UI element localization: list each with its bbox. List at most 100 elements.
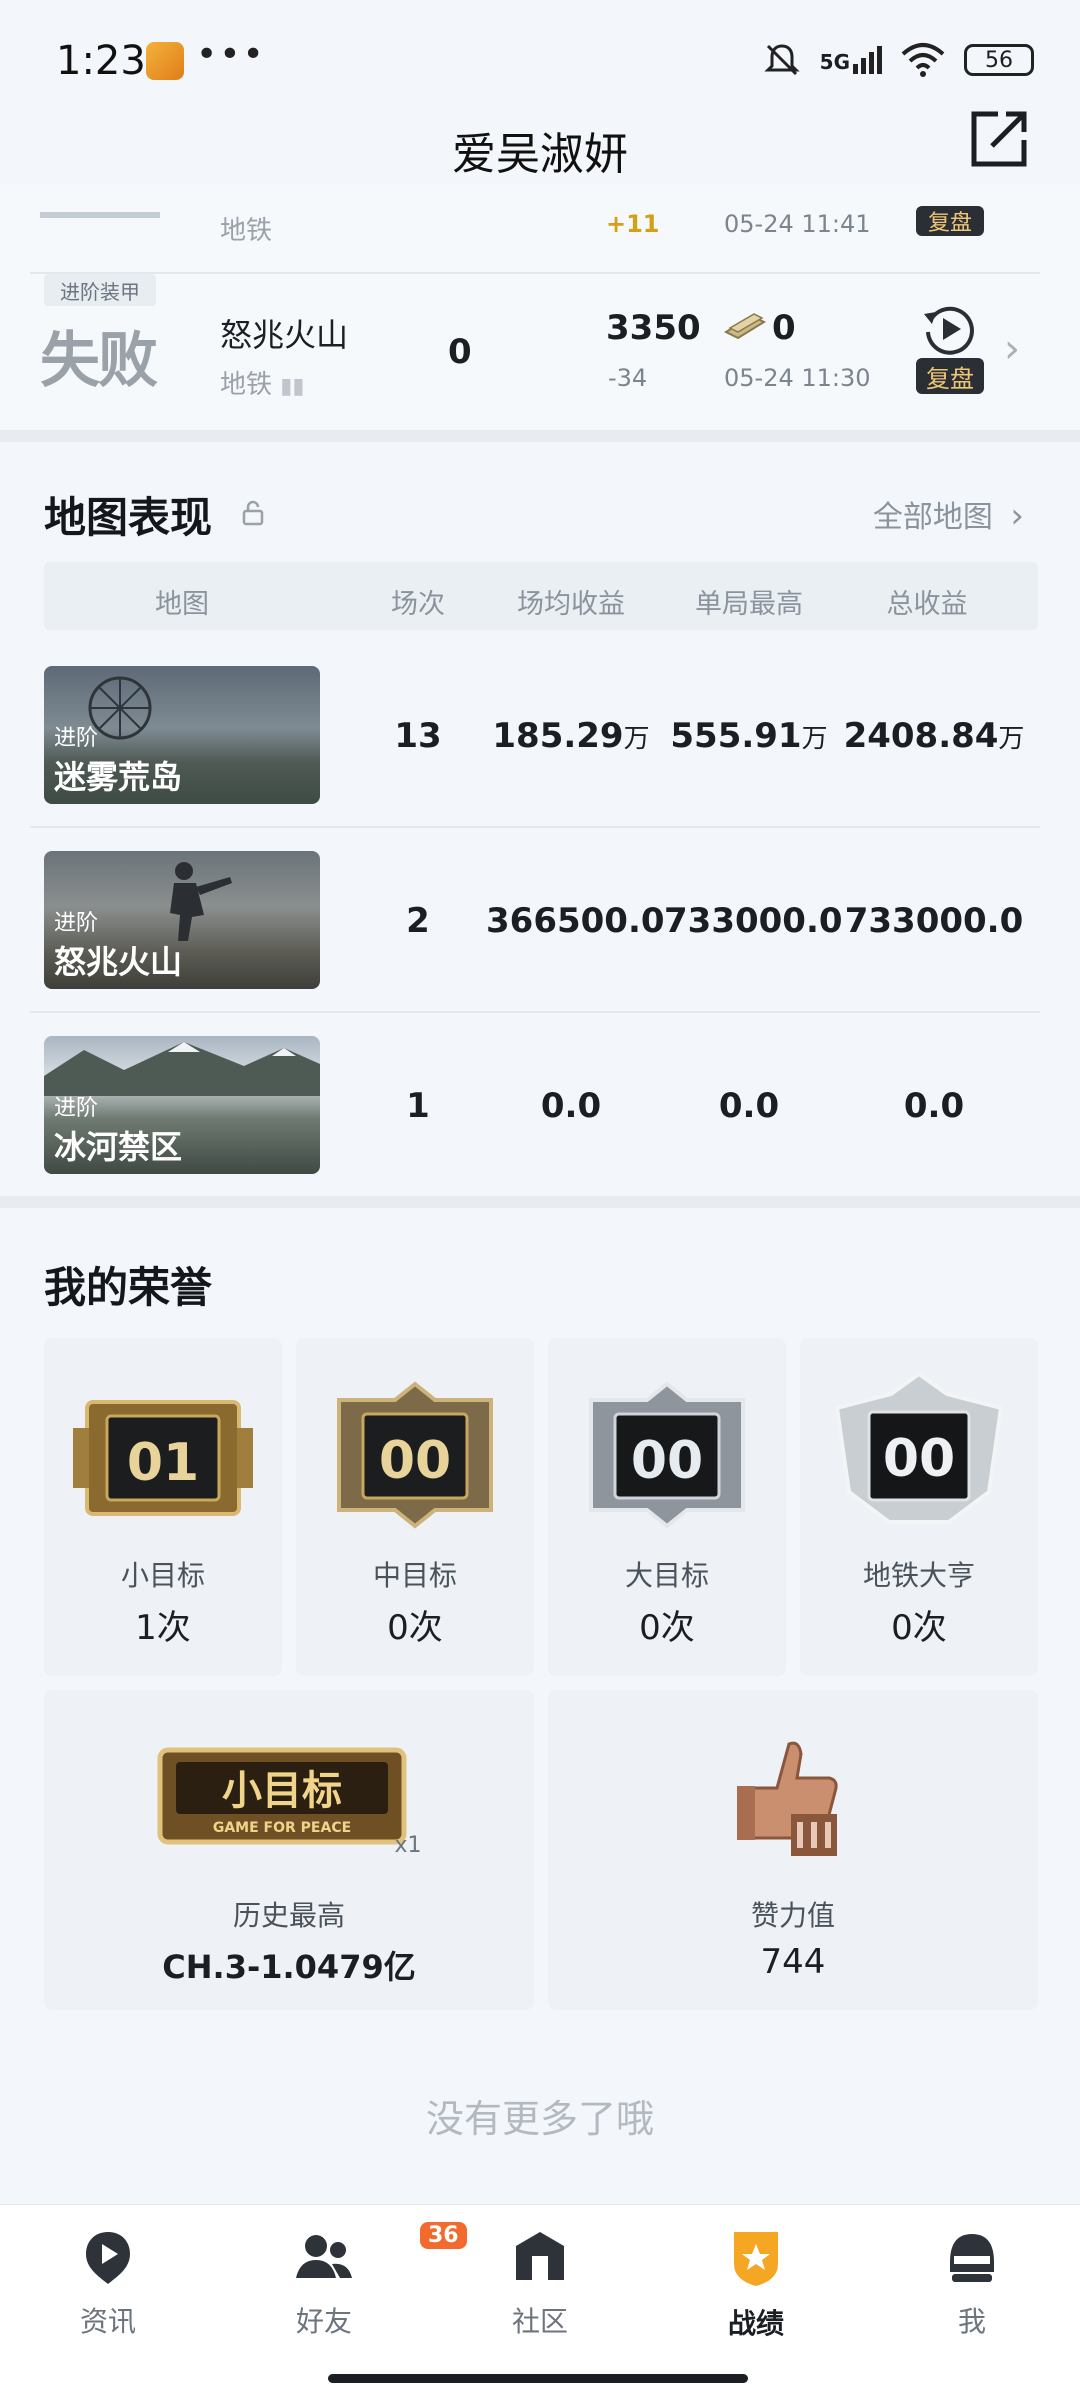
map-performance-title: 地图表现 <box>44 493 213 542</box>
share-icon[interactable] <box>968 108 1030 170</box>
map-label: 进阶 冰河禁区 <box>54 1090 182 1168</box>
match-row[interactable] <box>30 274 1040 424</box>
map-avg-value: 366500.0 <box>486 901 665 941</box>
metro-tycoon-badge-icon: 00 <box>834 1372 1004 1524</box>
map-avg: 185.29万 <box>486 716 656 756</box>
map-matches: 2 <box>406 901 430 941</box>
community-icon <box>516 2232 564 2280</box>
badge-digits: 00 <box>379 1431 451 1491</box>
map-best-value: 555.91 <box>670 716 802 756</box>
wifi-icon <box>901 43 945 77</box>
honor-count: 0次 <box>891 1608 947 1648</box>
row-divider <box>30 826 1040 828</box>
mute-icon <box>764 44 800 76</box>
plaque-text: 小目标 <box>222 1768 342 1814</box>
map-name: 冰河禁区 <box>54 1128 183 1166</box>
honor-count: 0次 <box>387 1608 443 1648</box>
map-thumbnail-volcano[interactable]: 进阶 怒兆火山 <box>44 851 320 989</box>
honor-big-goal[interactable]: 00 大目标 0次 <box>548 1338 786 1676</box>
more-notifications-icon: ••• <box>196 34 266 75</box>
thumbs-up-trophy-icon <box>737 1741 838 1856</box>
map-label: 进阶 迷雾荒岛 <box>54 720 182 798</box>
map-avg-unit: 万 <box>623 724 650 754</box>
honor-label: 中目标 <box>372 1559 457 1592</box>
nav-label: 战绩 <box>727 2307 784 2340</box>
nav-news[interactable]: 资讯 <box>0 2228 216 2340</box>
partial-time: 05-24 11:41 <box>724 210 871 238</box>
plaque-subtext: GAME FOR PEACE <box>213 1820 351 1836</box>
map-best: 0.0 <box>664 1086 834 1126</box>
likes-value: 744 <box>760 1942 826 1982</box>
map-best-unit: 万 <box>801 724 828 754</box>
network-type: 5G <box>819 50 850 74</box>
honor-label: 地铁大亨 <box>862 1559 975 1592</box>
map-name: 迷雾荒岛 <box>54 758 183 796</box>
row-chevron-icon[interactable]: › <box>1004 326 1020 372</box>
partial-map-sub: 地铁 <box>220 216 273 246</box>
map-name: 怒兆火山 <box>54 943 183 981</box>
match-map-name: 怒兆火山 <box>220 316 349 354</box>
map-total-unit: 万 <box>998 724 1025 754</box>
nav-me[interactable]: 我 <box>864 2228 1080 2340</box>
honors-title: 我的荣誉 <box>44 1263 213 1312</box>
replay-button[interactable]: 复盘 <box>916 358 984 394</box>
map-best: 555.91万 <box>664 716 834 756</box>
map-tier: 进阶 <box>54 726 99 751</box>
nav-label: 资讯 <box>79 2305 136 2338</box>
match-score-delta: -34 <box>608 364 648 392</box>
partial-replay-badge[interactable]: 复盘 <box>916 206 984 236</box>
partial-delta: +11 <box>606 210 660 238</box>
replay-icon[interactable] <box>920 300 978 358</box>
map-matches: 13 <box>394 716 442 756</box>
history-best-card[interactable]: 小目标 GAME FOR PEACE x1 历史最高 CH.3-1.0479亿 <box>44 1690 534 2010</box>
battery-icon: 56 <box>964 44 1034 76</box>
honor-count: 0次 <box>639 1608 695 1648</box>
col-header-total: 总收益 <box>886 589 968 620</box>
cash-icon <box>723 313 767 340</box>
col-header-avg: 场均收益 <box>517 589 625 620</box>
badge-digits: 00 <box>631 1431 703 1491</box>
team-icon: ▮▮ <box>280 374 305 399</box>
mode-tag: 进阶装甲 <box>44 274 156 306</box>
all-maps-link[interactable]: 全部地图 › <box>873 492 1024 536</box>
map-total: 733000.0 <box>842 901 1026 941</box>
map-total-value: 733000.0 <box>844 901 1024 941</box>
map-total: 0.0 <box>842 1086 1026 1126</box>
end-of-list-text: 没有更多了哦 <box>425 2097 654 2141</box>
map-avg: 0.0 <box>486 1086 656 1126</box>
map-avg-value: 0.0 <box>540 1086 602 1126</box>
section-divider <box>0 430 1080 442</box>
badge-digits: 01 <box>127 1433 199 1493</box>
nav-label: 好友 <box>295 2305 352 2338</box>
partial-result-placeholder <box>40 212 160 218</box>
lock-icon[interactable] <box>240 500 266 526</box>
honor-label: 小目标 <box>120 1559 205 1592</box>
honor-medium-goal[interactable]: 00 中目标 0次 <box>296 1338 534 1676</box>
likes-label: 赞力值 <box>750 1899 835 1932</box>
all-maps-label: 全部地图 <box>872 500 993 535</box>
map-total-value: 0.0 <box>903 1086 965 1126</box>
status-time: 1:23 <box>56 38 146 84</box>
mountain-icon <box>44 1042 320 1096</box>
nav-community[interactable]: 社区 <box>432 2228 648 2340</box>
map-avg: 366500.0 <box>486 901 665 941</box>
nav-friends[interactable]: 36 好友 <box>216 2222 467 2340</box>
map-best: 733000.0 <box>664 901 843 941</box>
honor-small-goal[interactable]: 01 小目标 1次 <box>44 1338 282 1676</box>
plaque-multiplier: x1 <box>394 1833 421 1858</box>
map-tier: 进阶 <box>54 911 99 936</box>
map-thumbnail-misty-island[interactable]: 进阶 迷雾荒岛 <box>44 666 320 804</box>
match-money: 0 <box>772 308 796 348</box>
map-total: 2408.84万 <box>842 716 1026 756</box>
map-thumbnail-glacier[interactable]: 进阶 冰河禁区 <box>44 1036 320 1174</box>
map-avg-value: 185.29 <box>492 716 624 756</box>
match-result: 失败 <box>40 326 158 396</box>
battery-level: 56 <box>985 47 1013 73</box>
likes-card[interactable]: 赞力值 744 <box>548 1690 1038 2010</box>
page-title: 爱吴淑妍 <box>452 129 628 180</box>
col-header-map: 地图 <box>155 589 209 620</box>
home-indicator[interactable] <box>328 2374 748 2383</box>
history-value: CH.3-1.0479亿 <box>162 1948 416 1986</box>
nav-records[interactable]: 战绩 <box>648 2228 864 2342</box>
honor-metro-tycoon[interactable]: 00 地铁大亨 0次 <box>800 1338 1038 1676</box>
